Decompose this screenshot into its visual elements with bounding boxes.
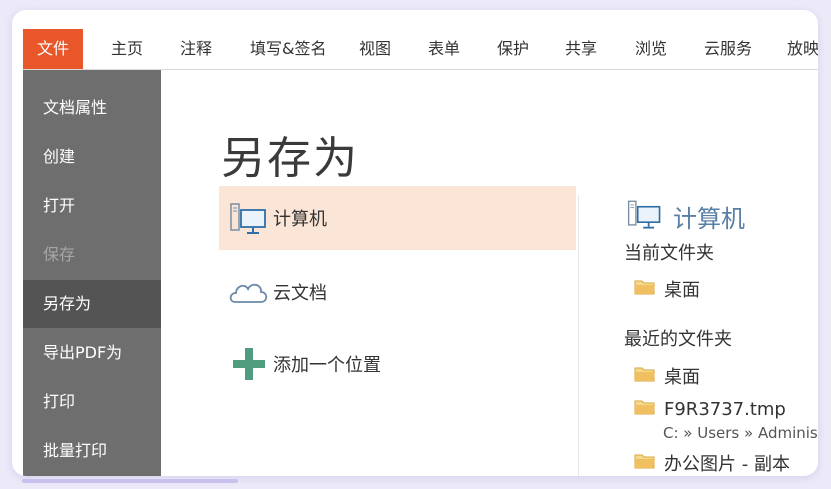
plus-icon [227,344,271,384]
tab-slideshow[interactable]: 放映 [787,29,818,69]
recent-folders-label: 最近的文件夹 [624,329,732,350]
tab-fill-sign[interactable]: 填写&签名 [250,29,326,69]
option-cloud-docs[interactable]: 云文档 [219,260,576,324]
folder-path: C: » Users » Adminis [663,424,818,442]
app-window: 文件 主页 注释 填写&签名 视图 表单 保护 共享 浏览 云服务 放映 文档属… [12,10,818,476]
tab-home[interactable]: 主页 [111,29,143,69]
sidebar-item-print[interactable]: 打印 [23,378,161,426]
ribbon-menubar: 文件 主页 注释 填写&签名 视图 表单 保护 共享 浏览 云服务 放映 [23,29,818,70]
cloud-icon [227,272,271,312]
tab-file[interactable]: 文件 [23,29,84,69]
folder-icon [634,452,656,474]
sidebar-item-save: 保存 [43,245,76,264]
folder-icon [634,278,656,300]
tab-browse[interactable]: 浏览 [635,29,667,69]
folder-icon [634,365,656,387]
sidebar-item-batch-print[interactable]: 批量打印 [23,427,161,475]
tab-form[interactable]: 表单 [428,29,460,69]
sidebar-item-create[interactable]: 创建 [23,133,161,181]
folder-recent-office-images[interactable]: 办公图片 - 副本 [634,450,790,476]
folder-name: 办公图片 - 副本 [664,454,790,475]
folder-recent-desktop[interactable]: 桌面 [634,363,700,389]
right-panel-title: 计算机 [673,204,745,233]
panel-divider [578,195,579,476]
right-panel-header: 计算机 [625,196,745,236]
folder-icon [634,398,656,420]
file-sidebar: 文档属性 创建 打开 保存 另存为 导出PDF为 打印 批量打印 [23,70,161,476]
option-cloud-docs-label: 云文档 [273,283,327,304]
horizontal-scrollbar[interactable] [22,479,238,483]
option-computer[interactable]: 计算机 [219,186,576,250]
current-folder-label: 当前文件夹 [624,243,714,264]
page-title: 另存为 [221,133,359,184]
folder-name: 桌面 [664,280,700,301]
computer-icon [625,195,665,237]
sidebar-item-export-pdf[interactable]: 导出PDF为 [23,329,161,377]
folder-name: 桌面 [664,367,700,388]
tab-share[interactable]: 共享 [565,29,597,69]
sidebar-item-save-as[interactable]: 另存为 [23,280,161,328]
option-add-location-label: 添加一个位置 [273,355,381,376]
folder-recent-tmp[interactable]: F9R3737.tmp [634,398,786,420]
sidebar-item-properties[interactable]: 文档属性 [23,84,161,132]
sidebar-item-open[interactable]: 打开 [23,182,161,230]
folder-current-desktop[interactable]: 桌面 [634,276,700,302]
tab-protect[interactable]: 保护 [497,29,529,69]
folder-name: F9R3737.tmp [664,398,786,420]
tab-annotate[interactable]: 注释 [180,29,212,69]
option-computer-label: 计算机 [273,209,327,230]
tab-view[interactable]: 视图 [359,29,391,69]
computer-icon [227,198,271,238]
tab-cloud-service[interactable]: 云服务 [704,29,752,69]
option-add-location[interactable]: 添加一个位置 [219,332,576,396]
